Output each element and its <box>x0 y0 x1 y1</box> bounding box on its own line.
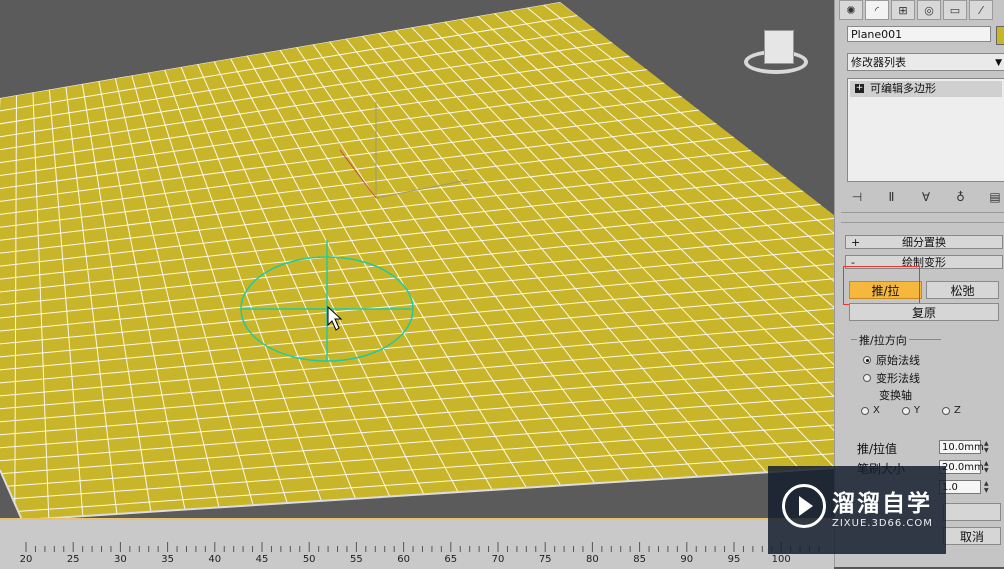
timeline-tick-label: 60 <box>397 554 410 565</box>
push-value-field[interactable]: 10.0mm <box>939 440 984 454</box>
hierarchy-icon[interactable]: ⊞ <box>891 0 915 20</box>
timeline-tick-label: 90 <box>680 554 694 565</box>
axis-label: Z <box>953 405 961 416</box>
configure-sets-icon[interactable]: ▤ <box>985 190 1004 204</box>
utilities-icon[interactable]: ⁄ <box>969 0 993 20</box>
revert-button[interactable]: 复原 <box>849 303 999 321</box>
watermark-title: 溜溜自学 <box>832 491 932 517</box>
remove-modifier-icon[interactable]: ♁ <box>951 190 971 204</box>
object-name-field[interactable]: Plane001 <box>847 26 991 42</box>
radio-label: 变换轴 <box>879 389 912 402</box>
rollout-subdivision-displacement[interactable]: + 细分置换 <box>845 235 1003 249</box>
highlight-annotation <box>843 266 920 305</box>
pin-stack-icon[interactable]: ⊣ <box>847 190 867 204</box>
push-value-label: 推/拉值 <box>857 442 898 456</box>
timeline-tick-label: 20 <box>19 554 33 565</box>
radio-deformed-normals[interactable]: 变形法线 <box>863 370 920 386</box>
display-icon[interactable]: ▭ <box>943 0 967 20</box>
spinner-arrows-icon[interactable]: ▲ ▼ <box>984 460 992 474</box>
timeline-tick-label: 25 <box>66 554 80 565</box>
play-logo-icon <box>782 484 826 528</box>
watermark-url: ZIXUE.3D66.COM <box>832 518 933 529</box>
timeline-tick-label: 95 <box>727 554 741 565</box>
radio-axis-z[interactable]: Z <box>941 405 961 416</box>
radio-button[interactable] <box>861 406 869 415</box>
show-end-result-icon[interactable]: Ⅱ <box>882 190 902 204</box>
push-direction-group-title: 推/拉方向 <box>857 332 909 348</box>
timeline-tick-label: 65 <box>444 554 458 565</box>
create-icon[interactable]: ✺ <box>839 0 863 20</box>
timeline-tick-label: 100 <box>771 554 791 565</box>
stack-item-label: 可编辑多边形 <box>870 82 936 95</box>
viewcube[interactable] <box>742 30 812 80</box>
spinner-arrows-icon[interactable]: ▲ ▼ <box>984 440 992 454</box>
radio-button[interactable] <box>863 374 871 382</box>
stack-item-editable-poly[interactable]: + 可编辑多边形 <box>850 81 1002 97</box>
viewcube-box <box>764 30 794 64</box>
timeline-tick-label: 45 <box>255 554 269 565</box>
axis-label: Y <box>913 405 920 416</box>
timeline-tick-label: 85 <box>633 554 646 565</box>
stack-toolbar: ⊣ Ⅱ ∀ ♁ ▤ <box>847 186 1004 208</box>
timeline-labels: 20 25 30 35 40 45 50 55 60 65 70 75 80 85 90 95 100 <box>0 520 834 569</box>
radio-button[interactable] <box>901 406 910 415</box>
spinner-arrows-icon[interactable]: ▲ ▼ <box>984 480 992 494</box>
radio-label: 变形法线 <box>876 372 920 385</box>
timeline-tick-label: 55 <box>350 554 363 565</box>
timeline[interactable]: 20 25 30 35 40 45 50 55 60 65 70 75 80 85 90 95 100 <box>0 518 834 569</box>
divider <box>841 212 1004 213</box>
modifier-list-dropdown[interactable]: 修改器列表 ▼ <box>847 53 1004 71</box>
modify-icon[interactable]: ◜ <box>865 0 889 20</box>
modifier-list-label: 修改器列表 <box>851 56 906 69</box>
divider <box>841 222 1004 223</box>
radio-axis-y[interactable]: Y <box>901 405 920 416</box>
timeline-tick-label: 80 <box>586 554 599 565</box>
make-unique-icon[interactable]: ∀ <box>916 190 936 204</box>
motion-icon[interactable]: ◎ <box>917 0 941 20</box>
watermark: 溜溜自学 ZIXUE.3D66.COM <box>768 466 946 554</box>
modifier-stack[interactable]: + 可编辑多边形 <box>847 78 1004 182</box>
radio-label: 原始法线 <box>876 354 920 367</box>
push-value-row: 推/拉值 10.0mm ▲ ▼ <box>857 440 997 456</box>
timeline-tick-label: 40 <box>208 554 222 565</box>
radio-button[interactable] <box>941 406 950 415</box>
expand-icon[interactable]: + <box>855 84 864 93</box>
timeline-tick-label: 35 <box>161 554 174 565</box>
object-color-swatch[interactable] <box>996 26 1004 45</box>
timeline-tick-label: 30 <box>114 554 127 565</box>
brush-options-button[interactable] <box>943 503 1001 521</box>
timeline-tick-label: 50 <box>302 554 316 565</box>
command-panel-tabs: ✺ ◜ ⊞ ◎ ▭ ⁄ <box>839 0 1004 20</box>
rollout-title: 细分置换 <box>902 236 946 249</box>
relax-button[interactable]: 松弛 <box>926 281 999 299</box>
cancel-button[interactable]: 取消 <box>943 527 1001 545</box>
timeline-tick-label: 75 <box>538 554 552 565</box>
perspective-viewport[interactable] <box>0 0 834 520</box>
radio-transform-axis: 变换轴 <box>879 387 912 403</box>
timeline-tick-label: 70 <box>491 554 505 565</box>
axis-radio-group: X Y Z <box>861 405 1001 416</box>
radio-button-checked[interactable] <box>863 356 871 364</box>
chevron-down-icon: ▼ <box>995 58 1002 68</box>
radio-axis-x[interactable]: X <box>861 405 880 416</box>
axis-label: X <box>873 405 880 416</box>
radio-original-normals[interactable]: 原始法线 <box>863 352 920 368</box>
viewport-canvas[interactable] <box>0 0 834 520</box>
expand-icon: + <box>851 236 861 249</box>
